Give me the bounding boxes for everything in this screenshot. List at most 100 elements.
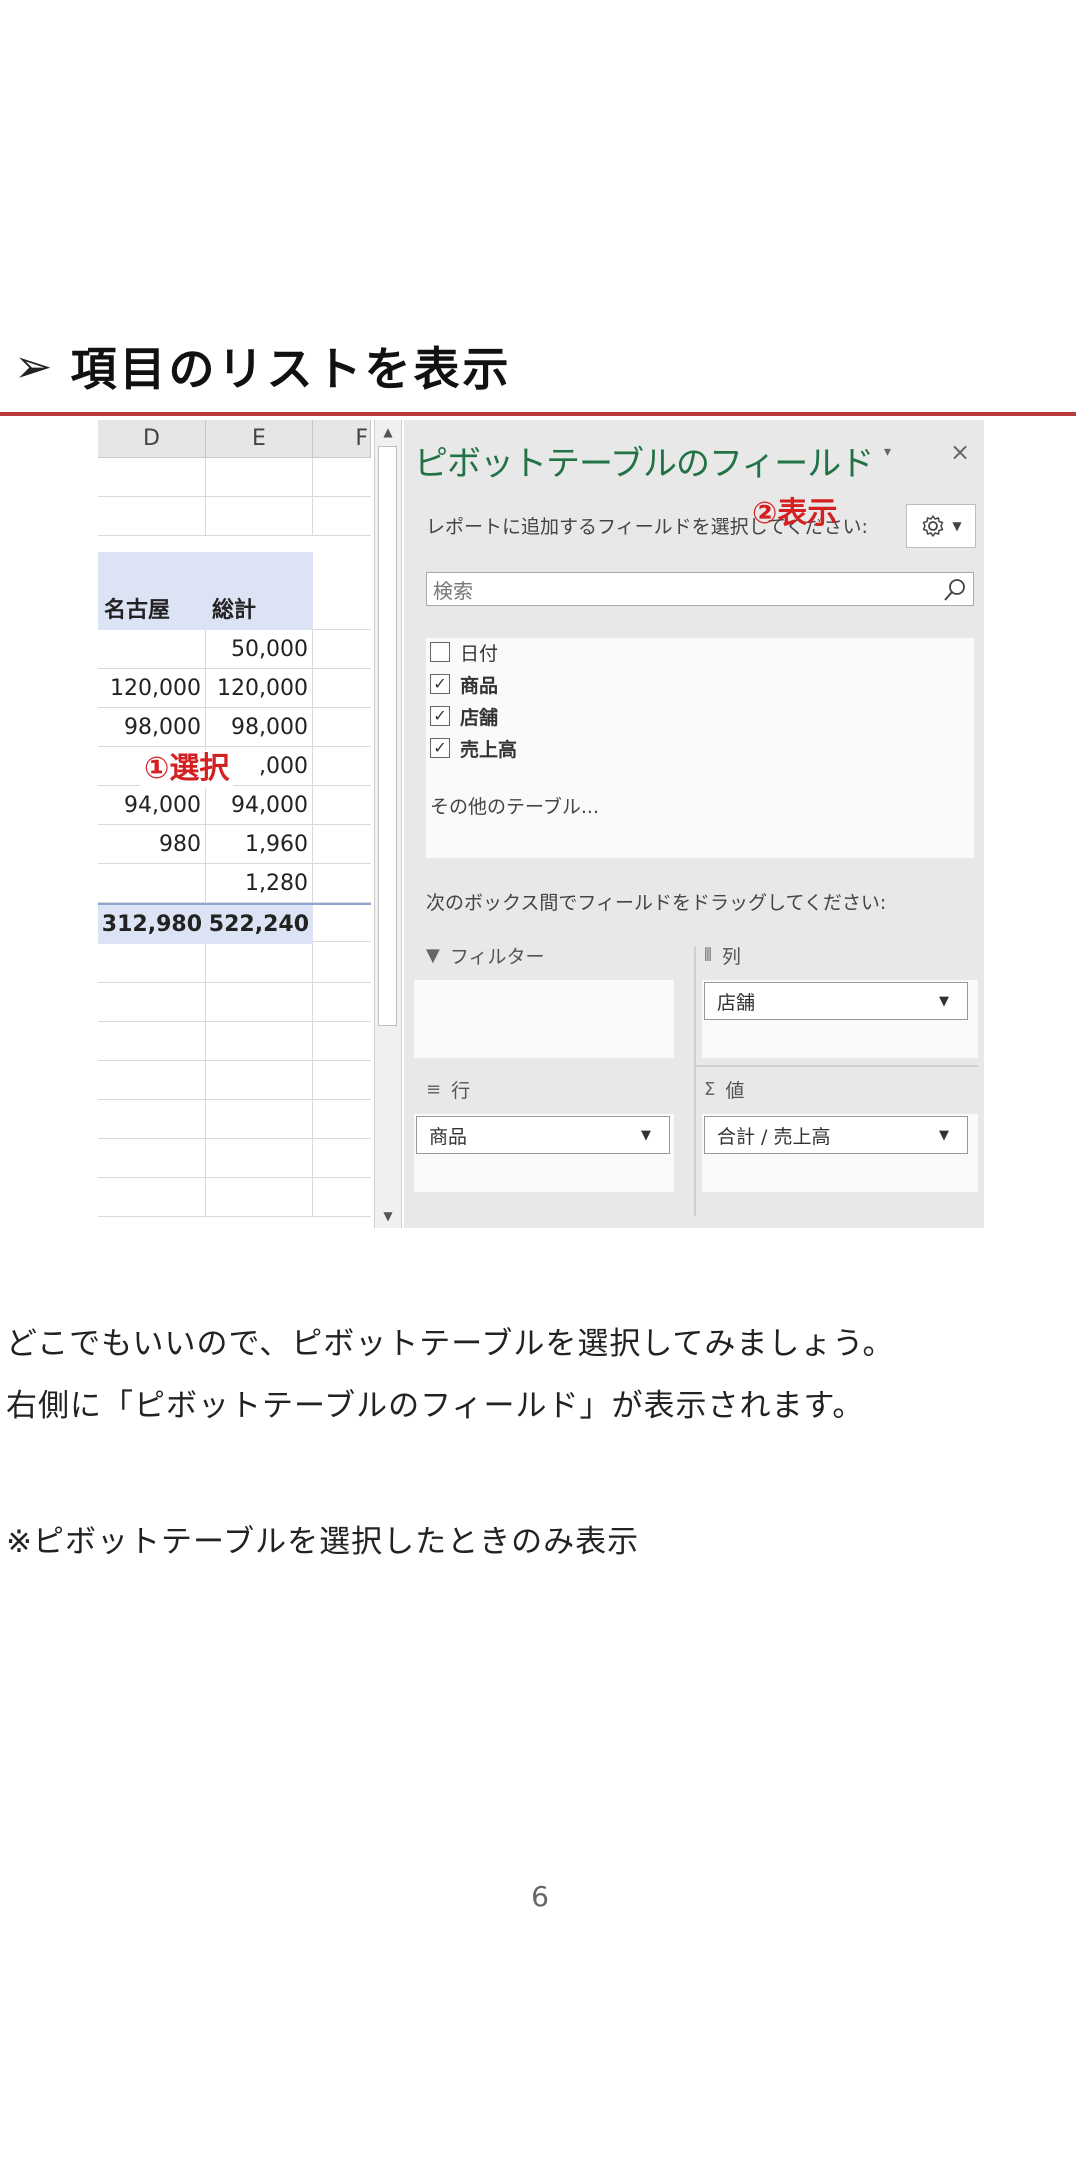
- pill-label: 商品: [429, 1125, 468, 1148]
- table-row: [98, 1061, 371, 1100]
- filter-area-label: フィルター: [449, 945, 545, 968]
- table-row: 50,000: [98, 630, 371, 669]
- pivot-header-total[interactable]: 総計: [206, 552, 313, 630]
- table-row: [98, 458, 371, 497]
- values-drop-area[interactable]: 合計 / 売上高 ▼: [702, 1114, 978, 1192]
- search-placeholder: 検索: [433, 578, 473, 603]
- pivot-fields-pane: ピボットテーブルのフィールド ▾ × レポートに追加するフィールドを選択してくだ…: [404, 420, 984, 1228]
- checkbox-checked[interactable]: ✓: [430, 738, 450, 758]
- rows-area-header: ≡ 行: [426, 1074, 470, 1104]
- values-area-header: Σ 値: [704, 1074, 744, 1104]
- pivot-grand-total-row: 312,980 522,240: [98, 903, 371, 944]
- body-line-2: 右側に「ピボットテーブルのフィールド」が表示されます。: [6, 1388, 865, 1424]
- chevron-down-icon: ▼: [952, 519, 962, 533]
- close-icon[interactable]: ×: [950, 438, 970, 466]
- cell-d[interactable]: 980: [98, 825, 206, 864]
- field-label: 売上高: [460, 738, 518, 761]
- values-field-pill[interactable]: 合計 / 売上高 ▼: [704, 1116, 968, 1154]
- field-item-store[interactable]: ✓ 店舗: [430, 702, 498, 730]
- gear-icon: [923, 515, 944, 537]
- table-row: 980 1,960: [98, 825, 371, 864]
- cell-d[interactable]: [98, 630, 206, 669]
- page-number: 6: [531, 1880, 549, 1913]
- excel-screenshot: D E F 名古屋 総計 50,000 120,000 120,000 98,0…: [98, 420, 984, 1228]
- column-header-e[interactable]: E: [206, 420, 313, 458]
- checkbox-checked[interactable]: ✓: [430, 674, 450, 694]
- pill-label: 店舗: [717, 991, 756, 1014]
- rows-drop-area[interactable]: 商品 ▼: [414, 1114, 674, 1192]
- scroll-down-icon[interactable]: ▼: [375, 1204, 401, 1228]
- cell-d[interactable]: [98, 864, 206, 903]
- columns-icon: ⦀: [704, 944, 712, 966]
- select-annotation: ①選択: [140, 750, 234, 788]
- body-line-1: どこでもいいので、ピボットテーブルを選択してみましょう。: [6, 1326, 895, 1362]
- spreadsheet-grid: D E F 名古屋 総計 50,000 120,000 120,000 98,0…: [98, 420, 371, 1228]
- columns-area-header: ⦀ 列: [704, 940, 741, 970]
- table-row: 120,000 120,000: [98, 669, 371, 708]
- cell-e[interactable]: 1,960: [206, 825, 313, 864]
- columns-drop-area[interactable]: 店舗 ▼: [702, 980, 978, 1058]
- vertical-scrollbar[interactable]: ▲ ▼: [374, 420, 402, 1228]
- field-item-sales[interactable]: ✓ 売上高: [430, 734, 517, 762]
- pane-title: ピボットテーブルのフィールド: [414, 444, 874, 484]
- column-header-d[interactable]: D: [98, 420, 206, 458]
- cell-e[interactable]: 98,000: [206, 708, 313, 747]
- chevron-down-icon[interactable]: ▼: [939, 1128, 949, 1143]
- field-label: 店舗: [460, 706, 499, 729]
- section-heading: ➢ 項目のリストを表示: [14, 336, 512, 396]
- area-divider: [694, 1065, 978, 1067]
- search-icon[interactable]: [941, 576, 969, 604]
- field-item-product[interactable]: ✓ 商品: [430, 670, 498, 698]
- checkbox[interactable]: [430, 642, 450, 662]
- cell-e[interactable]: 94,000: [206, 786, 313, 825]
- filter-icon: ▼: [426, 944, 440, 966]
- field-list: 日付 ✓ 商品 ✓ 店舗 ✓ 売上高 その他のテーブル...: [426, 638, 974, 858]
- cell-d[interactable]: 98,000: [98, 708, 206, 747]
- more-tables-link[interactable]: その他のテーブル...: [430, 792, 599, 819]
- table-row: [98, 983, 371, 1022]
- pane-options-dropdown-icon[interactable]: ▾: [884, 444, 891, 460]
- cell[interactable]: [98, 497, 206, 536]
- cell-e[interactable]: 1,280: [206, 864, 313, 903]
- drag-hint: 次のボックス間でフィールドをドラッグしてください:: [426, 892, 887, 914]
- pivot-header-row: 名古屋 総計: [98, 552, 371, 630]
- heading-text: 項目のリストを表示: [70, 342, 512, 396]
- scroll-up-icon[interactable]: ▲: [375, 420, 401, 444]
- heading-divider: [0, 412, 1076, 416]
- pivot-header-nagoya[interactable]: 名古屋: [98, 552, 206, 630]
- cell-e[interactable]: 50,000: [206, 630, 313, 669]
- field-item-date[interactable]: 日付: [430, 638, 498, 666]
- field-label: 日付: [460, 642, 499, 665]
- cell[interactable]: [98, 458, 206, 497]
- show-annotation: ②表示: [752, 496, 838, 531]
- column-header-f[interactable]: F: [313, 420, 371, 458]
- table-row: [98, 1022, 371, 1061]
- heading-arrow-icon: ➢: [14, 339, 53, 393]
- field-label: 商品: [460, 674, 499, 697]
- cell[interactable]: [206, 497, 313, 536]
- total-d[interactable]: 312,980: [98, 905, 206, 944]
- area-divider: [694, 946, 696, 1216]
- cell[interactable]: [206, 458, 313, 497]
- filter-drop-area[interactable]: [414, 980, 674, 1058]
- columns-field-pill[interactable]: 店舗 ▼: [704, 982, 968, 1020]
- sigma-icon: Σ: [704, 1078, 716, 1100]
- rows-icon: ≡: [426, 1078, 442, 1100]
- field-search-input[interactable]: 検索: [426, 572, 974, 606]
- table-row: [98, 1178, 371, 1217]
- cell-e[interactable]: 120,000: [206, 669, 313, 708]
- total-e[interactable]: 522,240: [206, 905, 313, 944]
- values-area-label: 値: [725, 1079, 745, 1102]
- chevron-down-icon[interactable]: ▼: [641, 1128, 651, 1143]
- chevron-down-icon[interactable]: ▼: [939, 994, 949, 1009]
- checkbox-checked[interactable]: ✓: [430, 706, 450, 726]
- filter-area-header: ▼ フィルター: [426, 940, 544, 970]
- cell-d[interactable]: 94,000: [98, 786, 206, 825]
- pill-label: 合計 / 売上高: [717, 1125, 831, 1148]
- rows-area-label: 行: [451, 1079, 471, 1102]
- table-row: [98, 497, 371, 536]
- cell-d[interactable]: 120,000: [98, 669, 206, 708]
- scrollbar-thumb[interactable]: [378, 446, 397, 1026]
- tools-button[interactable]: ▼: [906, 504, 976, 548]
- rows-field-pill[interactable]: 商品 ▼: [416, 1116, 670, 1154]
